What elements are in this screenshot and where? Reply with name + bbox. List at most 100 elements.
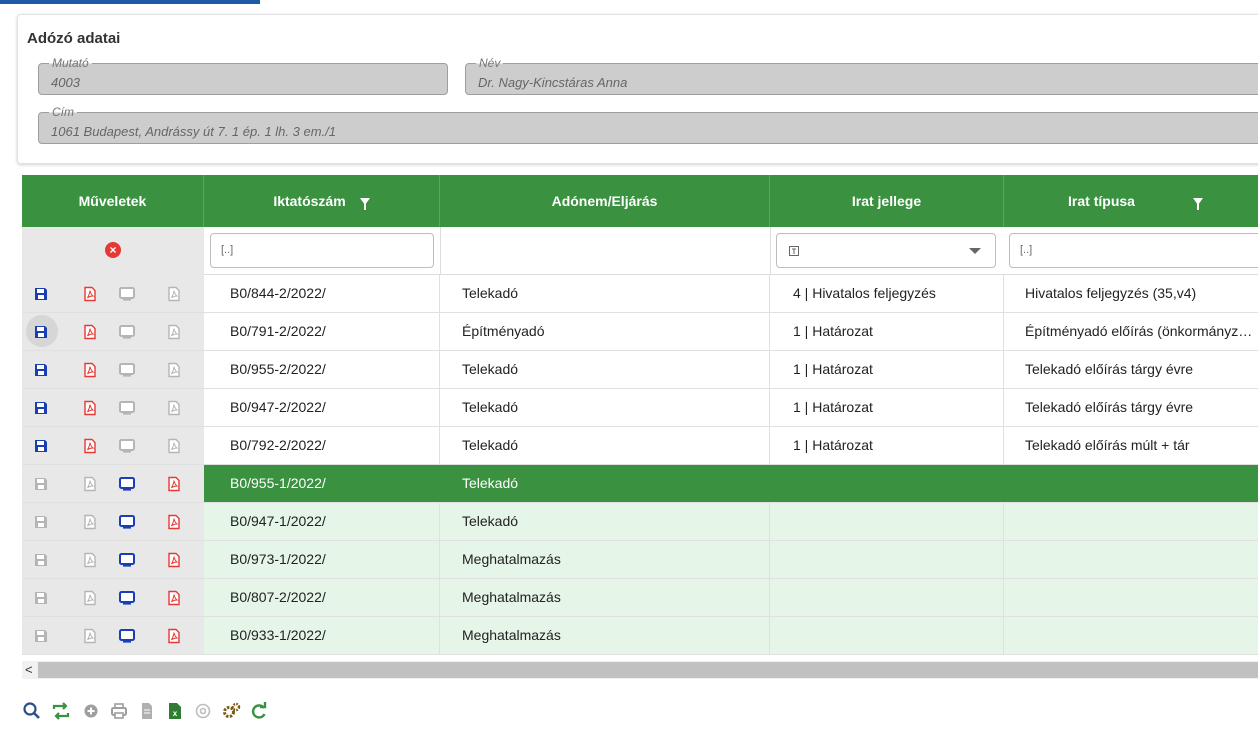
save-icon[interactable] xyxy=(33,628,49,644)
pdf-icon[interactable] xyxy=(82,362,98,378)
irat-jellege-cell: 4 | Hivatalos feljegyzés xyxy=(770,275,1004,312)
table-row[interactable]: B0/955-2/2022/Telekadó 1 | Határozat Telek… xyxy=(22,351,1258,389)
irat-tipusa-cell xyxy=(1004,617,1258,654)
monitor-icon[interactable] xyxy=(119,514,135,530)
monitor-icon[interactable] xyxy=(119,552,135,568)
document-icon[interactable] xyxy=(137,700,157,722)
monitor-icon[interactable] xyxy=(119,476,135,492)
irat-jellege-cell xyxy=(770,541,1004,578)
pdf-icon[interactable] xyxy=(166,476,182,492)
monitor-icon[interactable] xyxy=(119,286,135,302)
table-row[interactable]: B0/947-1/2022/Telekadó xyxy=(22,503,1258,541)
monitor-icon[interactable] xyxy=(119,628,135,644)
adonem-cell: Telekadó xyxy=(440,351,770,388)
nev-value: Dr. Nagy-Kincstáras Anna xyxy=(478,75,628,90)
header-irat-jellege[interactable]: Irat jellege xyxy=(770,175,1004,227)
monitor-icon[interactable] xyxy=(119,362,135,378)
irat-tipusa-filter-input[interactable]: [..] xyxy=(1009,233,1258,268)
svg-text:x: x xyxy=(173,709,178,718)
pdf-icon[interactable] xyxy=(166,438,182,454)
pdf-icon[interactable] xyxy=(82,324,98,340)
table-row[interactable]: B0/844-2/2022/Telekadó 4 | Hivatalos felj… xyxy=(22,275,1258,313)
header-adonem[interactable]: Adónem/Eljárás xyxy=(440,175,770,227)
save-icon[interactable] xyxy=(33,552,49,568)
scroll-left-arrow[interactable]: < xyxy=(25,661,33,679)
irat-tipusa-cell: Telekadó előírás tárgy évre xyxy=(1004,389,1258,426)
row-actions xyxy=(22,427,204,464)
iktatoszam-filter-input[interactable]: [..] xyxy=(210,233,434,268)
pdf-icon[interactable] xyxy=(166,514,182,530)
header-muveletek[interactable]: Műveletek xyxy=(22,175,204,227)
table-row[interactable]: B0/791-2/2022/Építményadó 1 | Határozat Ép… xyxy=(22,313,1258,351)
refresh-swap-icon[interactable] xyxy=(51,700,71,722)
pdf-icon[interactable] xyxy=(82,438,98,454)
table-row[interactable]: B0/792-2/2022/Telekadó 1 | Határozat Telek… xyxy=(22,427,1258,465)
pdf-icon[interactable] xyxy=(82,476,98,492)
save-icon[interactable] xyxy=(33,400,49,416)
table-row[interactable]: B0/947-2/2022/Telekadó 1 | Határozat Telek… xyxy=(22,389,1258,427)
irat-tipusa-cell xyxy=(1004,503,1258,540)
filter-icon[interactable] xyxy=(359,197,370,210)
save-icon[interactable] xyxy=(33,438,49,454)
pdf-icon[interactable] xyxy=(82,514,98,530)
email-icon[interactable] xyxy=(193,700,213,722)
irat-tipusa-cell xyxy=(1004,541,1258,578)
adonem-cell: Építményadó xyxy=(440,313,770,350)
monitor-icon[interactable] xyxy=(119,590,135,606)
iktatoszam-cell: B0/955-2/2022/ xyxy=(204,351,440,388)
reload-icon[interactable] xyxy=(249,700,269,722)
scrollbar-thumb[interactable] xyxy=(38,662,1258,678)
header-irat-tipusa[interactable]: Irat típusa xyxy=(1004,175,1258,227)
pdf-icon[interactable] xyxy=(166,400,182,416)
header-irat-jellege-label: Irat jellege xyxy=(851,193,922,209)
search-icon[interactable] xyxy=(22,700,42,722)
table-row[interactable]: B0/933-1/2022/Meghatalmazás xyxy=(22,617,1258,655)
save-icon[interactable] xyxy=(33,324,49,340)
pdf-icon[interactable] xyxy=(82,552,98,568)
adonem-cell: Telekadó xyxy=(440,427,770,464)
pdf-icon[interactable] xyxy=(166,324,182,340)
pdf-icon[interactable] xyxy=(166,552,182,568)
save-icon[interactable] xyxy=(33,476,49,492)
header-iktatoszam[interactable]: Iktatószám xyxy=(204,175,440,227)
pdf-icon[interactable] xyxy=(166,362,182,378)
filter-icon[interactable] xyxy=(1192,197,1203,210)
adonem-cell: Telekadó xyxy=(440,275,770,312)
table-row[interactable]: B0/807-2/2022/Meghatalmazás xyxy=(22,579,1258,617)
divider xyxy=(440,227,441,275)
taxpayer-panel: Adózó adatai Mutató 4003 Név Dr. Nagy-Ki… xyxy=(17,14,1258,164)
irat-jellege-cell xyxy=(770,465,1004,502)
excel-icon[interactable]: x xyxy=(165,700,185,722)
row-actions xyxy=(22,503,204,540)
settings-icon[interactable] xyxy=(221,700,241,722)
header-iktatoszam-label: Iktatószám xyxy=(273,193,346,209)
table-row[interactable]: B0/955-1/2022/Telekadó xyxy=(22,465,1258,503)
row-actions xyxy=(22,313,204,350)
pdf-icon[interactable] xyxy=(166,628,182,644)
save-icon[interactable] xyxy=(33,590,49,606)
pdf-icon[interactable] xyxy=(82,400,98,416)
pdf-icon[interactable] xyxy=(82,628,98,644)
irat-jellege-filter-select[interactable] xyxy=(776,233,996,268)
pdf-icon[interactable] xyxy=(166,590,182,606)
save-icon[interactable] xyxy=(33,514,49,530)
monitor-icon[interactable] xyxy=(119,324,135,340)
add-icon[interactable] xyxy=(81,700,101,722)
irat-jellege-cell xyxy=(770,503,1004,540)
clear-filter-icon[interactable]: × xyxy=(105,242,121,258)
irat-jellege-cell xyxy=(770,617,1004,654)
header-irat-tipusa-label: Irat típusa xyxy=(1068,193,1135,209)
irat-tipusa-cell: Építményadó előírás (önkormányzati) xyxy=(1004,313,1258,350)
horizontal-scrollbar[interactable]: < xyxy=(22,661,1258,679)
row-actions xyxy=(22,465,204,502)
monitor-icon[interactable] xyxy=(119,438,135,454)
pdf-icon[interactable] xyxy=(82,590,98,606)
print-icon[interactable] xyxy=(109,700,129,722)
pdf-icon[interactable] xyxy=(166,286,182,302)
table-row[interactable]: B0/973-1/2022/Meghatalmazás xyxy=(22,541,1258,579)
pdf-icon[interactable] xyxy=(82,286,98,302)
monitor-icon[interactable] xyxy=(119,400,135,416)
irat-tipusa-cell: Hivatalos feljegyzés (35,v4) xyxy=(1004,275,1258,312)
save-icon[interactable] xyxy=(33,286,49,302)
save-icon[interactable] xyxy=(33,362,49,378)
